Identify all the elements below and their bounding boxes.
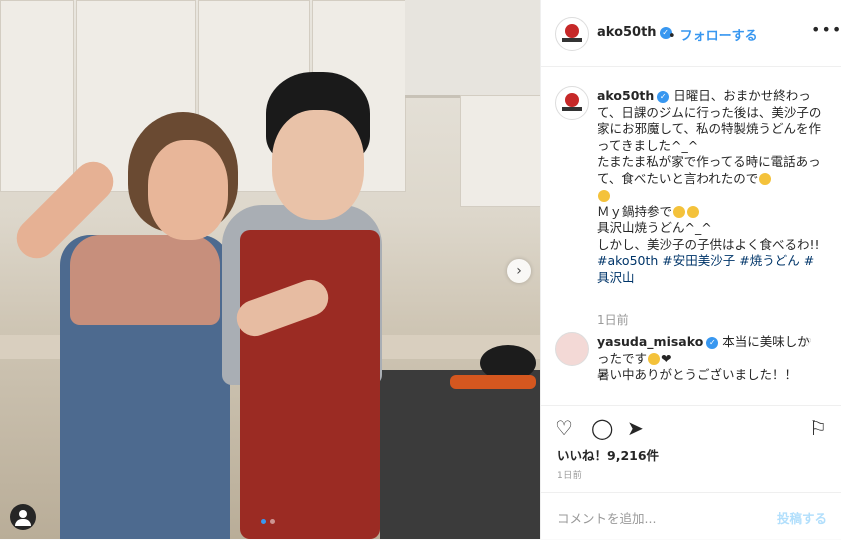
follow-button[interactable]: • フォローする xyxy=(668,25,758,44)
person-face xyxy=(148,140,228,240)
hashtag[interactable]: #焼うどん xyxy=(739,253,799,268)
smile-emoji-icon xyxy=(648,353,661,365)
comment-input[interactable]: コメントを追加... xyxy=(557,508,656,527)
bookmark-icon[interactable]: ⚐ xyxy=(809,416,827,440)
person-face xyxy=(272,110,364,220)
next-photo-button[interactable]: › xyxy=(507,259,531,283)
heart-icon[interactable]: ♡ xyxy=(555,416,573,440)
carousel-dot xyxy=(261,519,266,524)
heart-emoji-icon: ❤ xyxy=(661,350,672,366)
avatar[interactable] xyxy=(555,332,589,366)
caption-line: しかし、美沙子の子供はよく食べるわ!! xyxy=(597,236,820,252)
carousel-dot xyxy=(270,519,275,524)
shirt xyxy=(70,235,220,325)
comments-area: ako50th ✓ 日曜日、おまかせ終わって、日課のジムに行った後は、美沙子の家に… xyxy=(541,66,841,400)
cabinet xyxy=(0,0,74,192)
cabinet xyxy=(460,95,540,207)
post-header: ako50th ✓ • フォローする ••• xyxy=(541,0,841,67)
avatar[interactable] xyxy=(555,86,589,120)
post-sidebar: ako50th ✓ • フォローする ••• ako50th ✓ 日曜日、おまかせ終わ… xyxy=(540,0,841,539)
share-icon[interactable]: ➤ xyxy=(627,416,644,440)
instagram-post: › ako50th ✓ • フォローする ••• ako50th ✓ 日曜日、お… xyxy=(0,0,841,539)
avatar[interactable] xyxy=(555,17,589,51)
pan-handle xyxy=(450,375,536,389)
more-options-icon[interactable]: ••• xyxy=(811,20,841,39)
chevron-right-icon: › xyxy=(516,263,522,279)
smile-emoji-icon xyxy=(687,206,700,218)
heart-icon[interactable]: ♡ xyxy=(802,336,812,349)
post-date[interactable]: 1日前 xyxy=(557,468,582,481)
header-username[interactable]: ako50th ✓ xyxy=(597,25,672,40)
likes-count[interactable]: いいね！9,216件 xyxy=(557,445,659,464)
hashtag[interactable]: #安田美沙子 xyxy=(662,253,735,268)
range-hood xyxy=(405,0,540,98)
action-bar: ♡ ◯ ➤ ⚐ xyxy=(541,405,841,446)
tagged-users-icon[interactable] xyxy=(10,504,36,530)
comment-username[interactable]: yasuda_misako xyxy=(597,334,703,349)
caption-time[interactable]: 1日前 xyxy=(597,311,629,328)
caption-username[interactable]: ako50th xyxy=(597,88,654,103)
hashtag[interactable]: #ako50th xyxy=(597,253,658,268)
caption: ako50th ✓ 日曜日、おまかせ終わって、日課のジムに行った後は、美沙子の家に… xyxy=(597,88,823,286)
comment: yasuda_misako ✓ 本当に美味しかったです ❤ 暑い中ありがとうございま… xyxy=(597,334,811,384)
post-comment-button[interactable]: 投稿する xyxy=(777,508,827,527)
verified-icon: ✓ xyxy=(657,90,670,103)
red-apron xyxy=(240,230,380,539)
stove xyxy=(380,370,540,539)
comment-text: 暑い中ありがとうございました！！ xyxy=(597,367,798,382)
caption-line: 具沢山焼うどん^_^ xyxy=(597,220,712,235)
smile-emoji-icon xyxy=(598,189,610,202)
caption-line: Ｍｙ鍋持参で xyxy=(597,203,673,219)
add-comment-bar: コメントを追加... 投稿する xyxy=(541,492,841,540)
carousel-indicator xyxy=(261,519,275,524)
caption-line: たまたま私が家で作ってる時に電話あって、食べたいと言われたので xyxy=(597,154,821,186)
comment-icon[interactable]: ◯ xyxy=(591,416,613,440)
smile-emoji-icon xyxy=(673,206,686,218)
verified-icon: ✓ xyxy=(706,336,719,349)
smile-emoji-icon xyxy=(759,173,772,185)
post-photo[interactable]: › xyxy=(0,0,540,539)
separator: • xyxy=(668,29,676,44)
